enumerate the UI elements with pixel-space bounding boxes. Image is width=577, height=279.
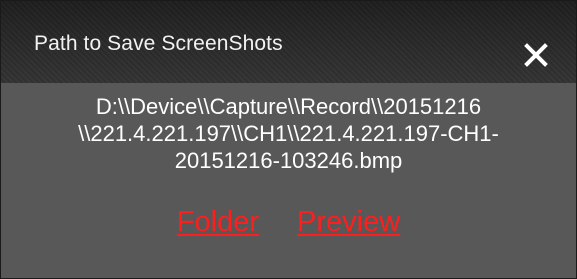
dialog-title: Path to Save ScreenShots bbox=[34, 32, 283, 55]
action-links: Folder Preview bbox=[1, 206, 576, 239]
close-icon bbox=[524, 43, 548, 67]
dialog-titlebar: Path to Save ScreenShots bbox=[1, 1, 576, 83]
screenshot-saved-dialog: Path to Save ScreenShots D:\\Device\\Cap… bbox=[0, 0, 577, 279]
save-path-line-1: D:\\Device\\Capture\\Record\\20151216 bbox=[95, 94, 482, 119]
save-path-line-2: \\221.4.221.197\\CH1\\221.4.221.197-CH1- bbox=[78, 121, 499, 146]
save-path: D:\\Device\\Capture\\Record\\20151216 \\… bbox=[1, 93, 576, 174]
save-path-line-3: 20151216-103246.bmp bbox=[174, 148, 403, 173]
folder-link[interactable]: Folder bbox=[177, 206, 259, 239]
close-button[interactable] bbox=[519, 38, 553, 72]
preview-link[interactable]: Preview bbox=[297, 206, 400, 239]
